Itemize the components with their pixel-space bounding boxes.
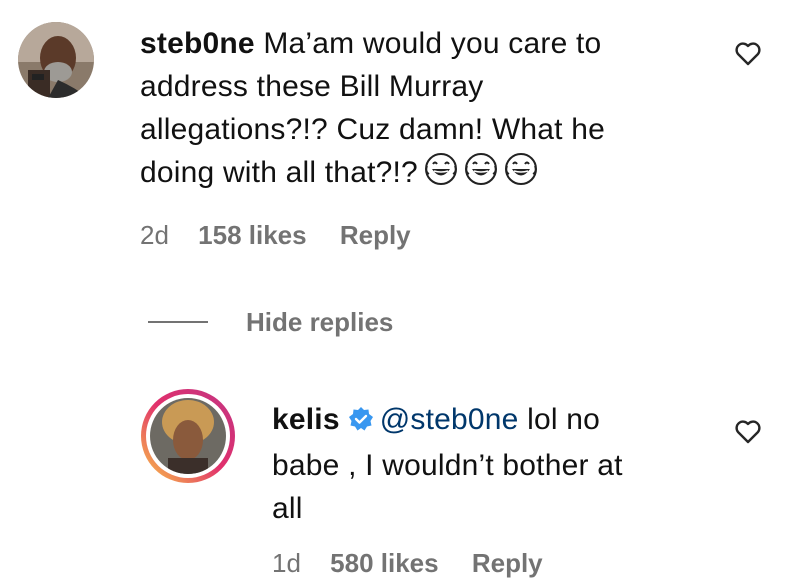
comment-likes[interactable]: 158 likes <box>198 220 306 250</box>
verified-badge-icon <box>348 401 374 444</box>
comment-text-segment: doing with all that?!? <box>140 156 418 189</box>
comment-line: address these Bill Murray <box>140 70 484 103</box>
comment-age: 2d <box>140 220 169 250</box>
hide-replies-label: Hide replies <box>246 306 394 337</box>
comment-line: allegations?!? Cuz damn! What he <box>140 113 605 146</box>
divider-line <box>148 321 208 323</box>
emoji-group <box>418 153 538 189</box>
face-with-tears-of-joy-icon <box>424 152 458 198</box>
face-with-tears-of-joy-icon <box>464 152 498 198</box>
avatar[interactable] <box>18 22 94 98</box>
reply-line: kelis @steb0ne lol no <box>272 398 722 444</box>
reply-line: babe , I wouldn’t bother at <box>272 449 623 482</box>
like-heart-icon[interactable] <box>735 42 761 71</box>
reply-age: 1d <box>272 548 301 578</box>
comment-username[interactable]: steb0ne <box>140 27 255 60</box>
story-ring-avatar[interactable] <box>140 388 236 484</box>
like-heart-icon[interactable] <box>735 420 761 449</box>
reply-likes[interactable]: 580 likes <box>330 548 438 578</box>
face-with-tears-of-joy-icon <box>504 152 538 198</box>
comment-line: doing with all that?!? <box>140 151 720 198</box>
comment-text: steb0ne Ma’am would you care to address … <box>140 22 720 198</box>
reply-reply-button[interactable]: Reply <box>472 548 543 578</box>
comment-line: steb0ne Ma’am would you care to <box>140 22 720 65</box>
hide-replies-button[interactable]: Hide replies <box>148 305 393 339</box>
reply-meta: 1d 580 likes Reply <box>272 548 543 579</box>
comment-text-segment: Ma’am would you care to <box>254 27 602 60</box>
reply-username[interactable]: kelis <box>272 403 340 436</box>
reply-text: kelis @steb0ne lol no babe , I wouldn’t b… <box>272 398 722 530</box>
comment-meta: 2d 158 likes Reply <box>140 220 411 251</box>
reply-line: all <box>272 492 303 525</box>
mention-link[interactable]: @steb0ne <box>380 403 519 436</box>
reply-text-segment: lol no <box>518 403 601 436</box>
comment-reply-button[interactable]: Reply <box>340 220 411 250</box>
